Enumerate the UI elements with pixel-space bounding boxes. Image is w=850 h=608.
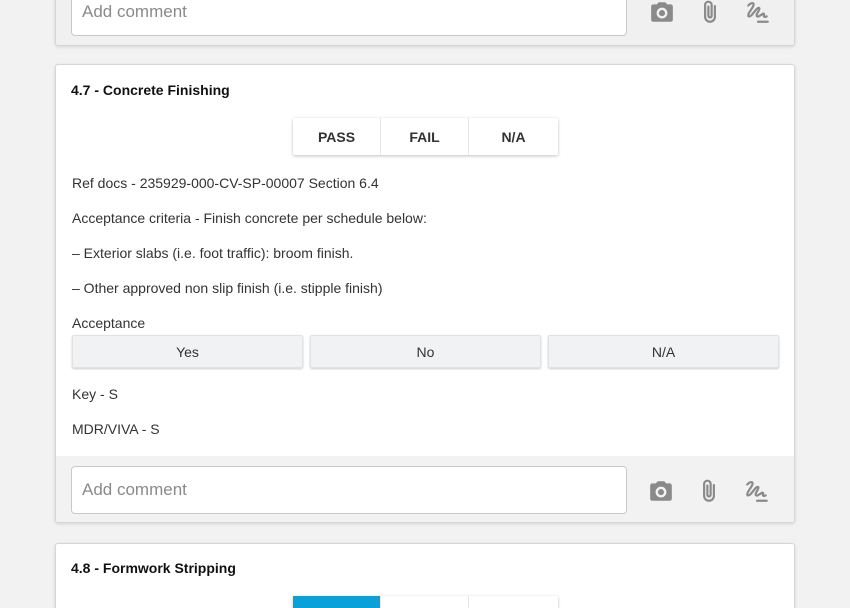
- fail-option[interactable]: [381, 596, 469, 608]
- ref-docs-text: Ref docs - 235929-000-CV-SP-00007 Sectio…: [72, 175, 379, 191]
- na-option[interactable]: [469, 596, 558, 608]
- criteria-item: – Other approved non slip finish (i.e. s…: [72, 280, 383, 296]
- criteria-item: – Exterior slabs (i.e. foot traffic): br…: [72, 245, 354, 261]
- acceptance-na-button[interactable]: N/A: [548, 335, 779, 368]
- paperclip-icon[interactable]: [697, 0, 723, 25]
- camera-icon[interactable]: [649, 0, 675, 25]
- inspection-item-card: 4.8 - Formwork Stripping PASS: [55, 543, 795, 608]
- result-segmented-control: PASS: [293, 596, 558, 608]
- signature-icon[interactable]: [744, 478, 770, 504]
- inspection-item-card: 4.7 - Concrete Finishing PASS FAIL N/A R…: [55, 64, 795, 523]
- pass-option[interactable]: PASS: [293, 596, 381, 608]
- signature-icon[interactable]: [745, 0, 771, 25]
- comment-input[interactable]: [71, 466, 627, 514]
- key-text: Key - S: [72, 386, 118, 402]
- mdr-viva-text: MDR/VIVA - S: [72, 421, 160, 437]
- item-title: 4.8 - Formwork Stripping: [71, 560, 236, 576]
- item-title: 4.7 - Concrete Finishing: [71, 82, 230, 98]
- na-option[interactable]: N/A: [469, 118, 558, 155]
- previous-item-card: [55, 0, 795, 46]
- acceptance-no-button[interactable]: No: [310, 335, 541, 368]
- comment-bar: [56, 456, 794, 522]
- acceptance-criteria-text: Acceptance criteria - Finish concrete pe…: [72, 210, 427, 226]
- acceptance-label: Acceptance: [72, 315, 146, 331]
- camera-icon[interactable]: [648, 478, 674, 504]
- pass-option[interactable]: PASS: [293, 118, 381, 155]
- fail-option[interactable]: FAIL: [381, 118, 469, 155]
- acceptance-yes-button[interactable]: Yes: [72, 335, 303, 368]
- comment-input[interactable]: [71, 0, 627, 36]
- result-segmented-control: PASS FAIL N/A: [293, 118, 558, 155]
- paperclip-icon[interactable]: [696, 478, 722, 504]
